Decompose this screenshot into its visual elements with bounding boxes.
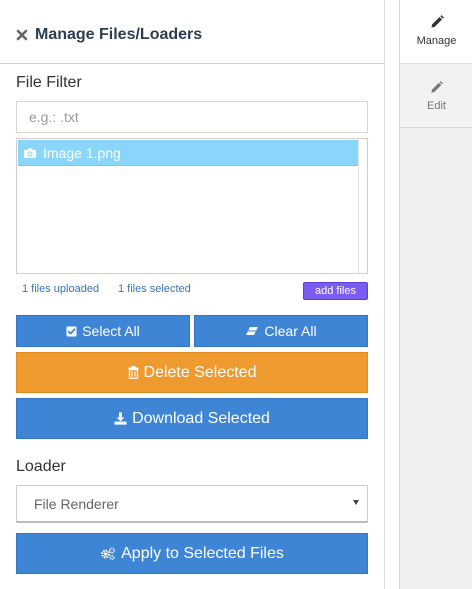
clear-all-button[interactable]: Clear All [194, 315, 368, 347]
list-item[interactable]: Image 1.png [18, 140, 358, 166]
tab-edit[interactable]: Edit [400, 64, 472, 128]
download-selected-button[interactable]: Download Selected [16, 398, 368, 439]
close-icon[interactable] [16, 29, 28, 41]
loader-selected-value: File Renderer [34, 495, 119, 512]
loader-label: Loader [16, 458, 66, 475]
eraser-icon [246, 327, 259, 335]
header-divider [0, 63, 384, 64]
select-all-label: Select All [82, 323, 140, 339]
cogs-icon [101, 547, 116, 560]
download-selected-label: Download Selected [132, 409, 270, 427]
clear-all-label: Clear All [264, 323, 317, 339]
page-title: Manage Files/Loaders [35, 26, 203, 43]
files-selected-count: 1 files selected [118, 283, 191, 295]
check-square-icon [66, 326, 77, 336]
file-name: Image 1.png [43, 144, 121, 161]
download-icon [114, 412, 127, 425]
files-uploaded-count: 1 files uploaded [22, 283, 100, 295]
file-list[interactable]: Image 1.png [16, 138, 368, 274]
select-all-button[interactable]: Select All [16, 315, 190, 347]
panel-divider [384, 0, 385, 589]
tab-rail: Manage Edit [399, 0, 472, 589]
camera-icon [24, 148, 36, 158]
file-filter-label: File Filter [16, 74, 82, 91]
apply-label: Apply to Selected Files [121, 544, 284, 562]
pencil-icon [431, 15, 444, 28]
file-filter-input[interactable] [16, 101, 368, 133]
delete-selected-label: Delete Selected [143, 363, 257, 381]
panel-header: Manage Files/Loaders [16, 22, 202, 48]
delete-selected-button[interactable]: Delete Selected [16, 352, 368, 393]
apply-to-selected-button[interactable]: Apply to Selected Files [16, 533, 368, 574]
tab-manage[interactable]: Manage [400, 0, 472, 64]
add-files-button[interactable]: add files [303, 282, 368, 300]
manage-files-panel: Manage Files/Loaders File Filter Image 1… [0, 0, 384, 589]
tab-edit-label: Edit [427, 100, 446, 112]
file-list-scrollbar[interactable] [358, 139, 367, 273]
tab-manage-label: Manage [416, 35, 457, 47]
caret-down-icon [353, 500, 359, 505]
pencil-icon [431, 81, 443, 93]
trash-icon [128, 366, 139, 379]
loader-select[interactable]: File Renderer [16, 485, 368, 523]
